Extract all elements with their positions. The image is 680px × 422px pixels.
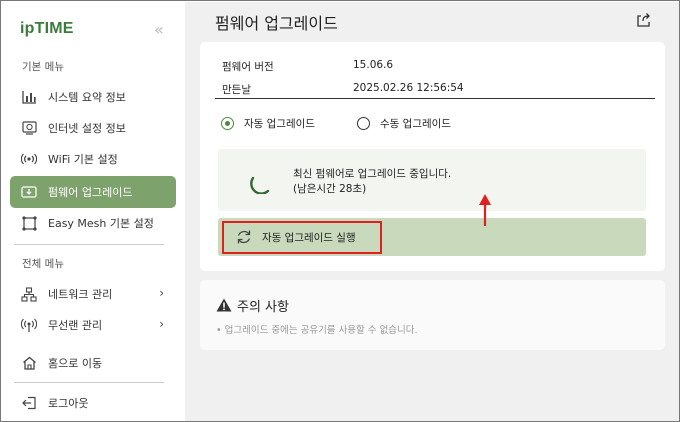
- sidebar-item-wireless-management[interactable]: 무선랜 관리 ›: [10, 310, 176, 340]
- manual-upgrade-radio[interactable]: 수동 업그레이드: [357, 116, 451, 131]
- chevron-right-icon: ›: [159, 286, 164, 300]
- auto-upgrade-label: 자동 업그레이드: [244, 118, 315, 130]
- sidebar-item-label: 시스템 요약 정보: [48, 91, 126, 104]
- sidebar-item-label: 홈으로 이동: [48, 357, 103, 370]
- network-icon: [21, 286, 37, 302]
- sidebar-item-label: WiFi 기본 설정: [48, 153, 118, 166]
- firmware-card: 펌웨어 버전 15.06.6 만든날 2025.02.26 12:56:54 자…: [200, 42, 665, 271]
- remaining-time: (남은시간 28초): [293, 183, 367, 195]
- sidebar-item-internet-settings[interactable]: 인터넷 설정 정보: [10, 113, 176, 143]
- radio-checked-icon: [221, 117, 234, 130]
- caution-note: • 업그레이드 중에는 공유기를 사용할 수 없습니다.: [216, 325, 418, 336]
- firmware-version-value: 15.06.6: [353, 59, 394, 71]
- upgrade-progress-panel: 최신 펌웨어로 업그레이드 중입니다. (남은시간 28초): [218, 149, 646, 211]
- globe-window-icon: [21, 120, 37, 136]
- firmware-icon: [21, 184, 37, 200]
- sidebar: ipTIME « 기본 메뉴 시스템 요약 정보 인터넷 설정 정보 WiFi …: [2, 2, 185, 421]
- main-content: 펌웨어 업그레이드 펌웨어 버전 15.06.6 만든날 2025.02.26 …: [185, 2, 679, 421]
- warning-icon: [216, 298, 232, 312]
- sidebar-item-home[interactable]: 홈으로 이동: [10, 348, 176, 378]
- wifi-signal-icon: [21, 151, 37, 167]
- bar-chart-icon: [21, 89, 37, 105]
- run-auto-upgrade-label: 자동 업그레이드 실행: [262, 232, 356, 244]
- app-window: ipTIME « 기본 메뉴 시스템 요약 정보 인터넷 설정 정보 WiFi …: [0, 0, 680, 422]
- sidebar-divider: [14, 382, 164, 383]
- info-divider: [215, 98, 655, 99]
- refresh-icon: [237, 230, 251, 244]
- home-icon: [21, 355, 37, 371]
- sidebar-item-label: 펌웨어 업그레이드: [48, 186, 133, 199]
- sidebar-item-label: 로그아웃: [48, 397, 89, 410]
- sidebar-item-easy-mesh[interactable]: Easy Mesh 기본 설정: [10, 208, 176, 238]
- sidebar-item-label: Easy Mesh 기본 설정: [48, 217, 154, 230]
- page-title: 펌웨어 업그레이드: [215, 14, 338, 33]
- sidebar-divider: [14, 244, 164, 245]
- caution-card: 주의 사항 • 업그레이드 중에는 공유기를 사용할 수 없습니다.: [200, 280, 665, 350]
- sidebar-item-label: 네트워크 관리: [48, 288, 113, 301]
- sidebar-item-logout[interactable]: 로그아웃: [10, 388, 176, 418]
- sidebar-item-network-management[interactable]: 네트워크 관리 ›: [10, 279, 176, 309]
- chevron-right-icon: ›: [159, 317, 164, 331]
- mesh-icon: [21, 215, 37, 231]
- firmware-version-label: 펌웨어 버전: [222, 61, 274, 73]
- sidebar-item-label: 인터넷 설정 정보: [48, 122, 126, 135]
- full-menu-title: 전체 메뉴: [22, 258, 64, 270]
- manual-upgrade-label: 수동 업그레이드: [380, 118, 451, 130]
- sidebar-item-wifi-settings[interactable]: WiFi 기본 설정: [10, 144, 176, 174]
- sidebar-item-system-summary[interactable]: 시스템 요약 정보: [10, 82, 176, 112]
- logout-icon: [21, 395, 37, 411]
- iptime-logo[interactable]: ipTIME: [20, 20, 74, 38]
- wireless-icon: [21, 317, 37, 333]
- auto-upgrade-radio[interactable]: 자동 업그레이드: [221, 116, 315, 131]
- build-date-value: 2025.02.26 12:56:54: [353, 82, 464, 94]
- caution-title: 주의 사항: [237, 300, 289, 315]
- loading-spinner-icon: [250, 176, 270, 194]
- radio-unchecked-icon: [357, 117, 370, 130]
- run-auto-upgrade-button[interactable]: 자동 업그레이드 실행: [218, 218, 646, 256]
- sidebar-item-firmware-upgrade[interactable]: 펌웨어 업그레이드: [10, 176, 176, 208]
- build-date-label: 만든날: [222, 84, 251, 96]
- sidebar-item-label: 무선랜 관리: [48, 319, 103, 332]
- collapse-sidebar-icon[interactable]: «: [154, 20, 164, 39]
- share-icon[interactable]: [636, 12, 652, 28]
- basic-menu-title: 기본 메뉴: [22, 61, 64, 73]
- annotation-arrow-icon: [479, 194, 491, 226]
- progress-message: 최신 펌웨어로 업그레이드 중입니다.: [293, 168, 452, 180]
